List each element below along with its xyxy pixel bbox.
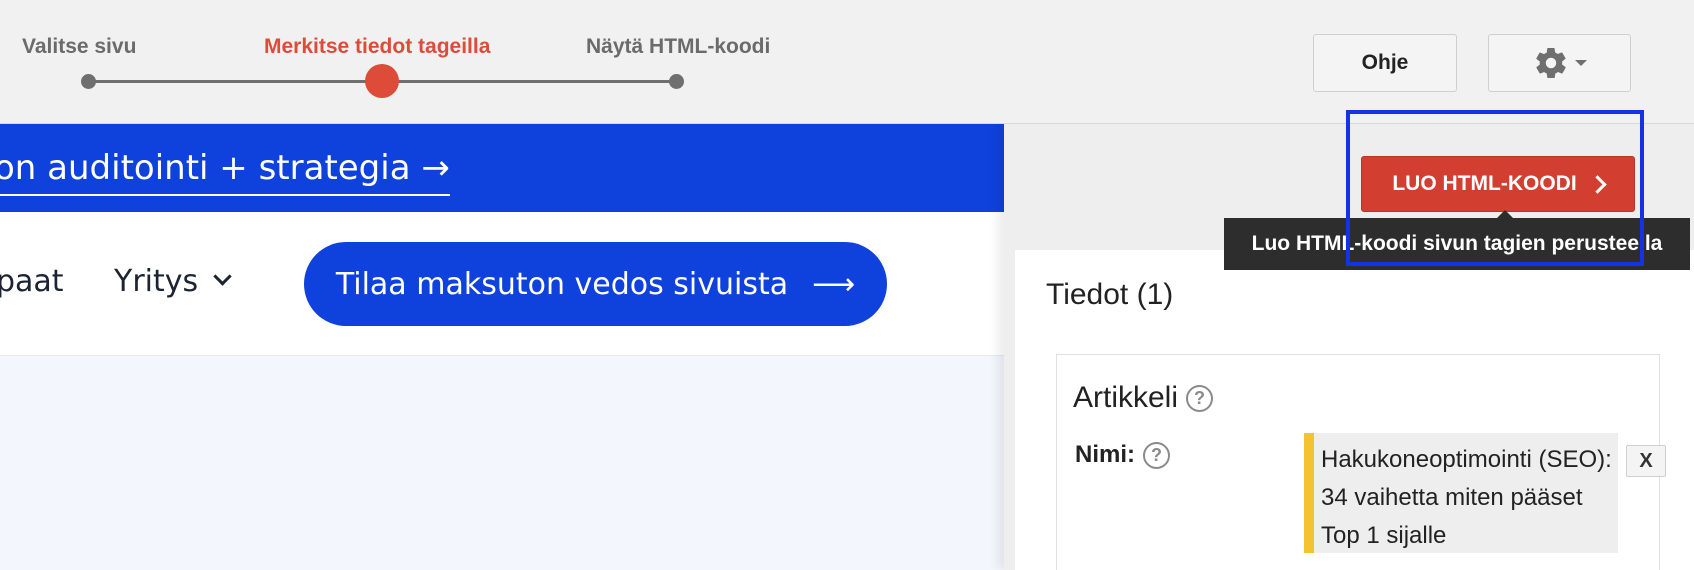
screen: Valitse sivu Merkitse tiedot tageilla Nä…: [0, 0, 1694, 570]
data-card: Tiedot (1) Artikkeli ? Nimi: ? Hakukoneo…: [1015, 250, 1694, 570]
banner-link[interactable]: on auditointi + strategia →: [0, 148, 450, 196]
chevron-right-icon: [1587, 174, 1607, 194]
settings-button[interactable]: [1488, 34, 1631, 92]
chevron-down-icon: [1574, 60, 1587, 66]
chevron-down-icon: [213, 267, 232, 286]
help-icon[interactable]: ?: [1143, 441, 1170, 469]
data-title: Tiedot (1): [1046, 278, 1174, 311]
create-html-button[interactable]: LUO HTML-KOODI: [1361, 156, 1635, 212]
help-button[interactable]: Ohje: [1313, 34, 1457, 92]
article-item: Artikkeli ? Nimi: ? Hakukoneoptimointi (…: [1056, 354, 1660, 570]
field-name-label: Nimi:: [1075, 441, 1135, 468]
field-name: Nimi: ?: [1075, 441, 1170, 469]
step-dot-3: [669, 74, 684, 89]
site-nav: paat Yritys Tilaa maksuton vedos sivuist…: [0, 212, 1004, 356]
nav-item-paat[interactable]: paat: [0, 264, 64, 299]
page-preview: on auditointi + strategia → paat Yritys …: [0, 124, 1004, 570]
step-select-page[interactable]: Valitse sivu: [22, 35, 136, 59]
step-dot-2-current: [365, 64, 399, 98]
step-dot-1: [81, 74, 96, 89]
create-html-tooltip: Luo HTML-koodi sivun tagien perusteella: [1224, 210, 1690, 270]
cta-label: Tilaa maksuton vedos sivuista: [335, 266, 789, 302]
wizard-bar: Valitse sivu Merkitse tiedot tageilla Nä…: [0, 0, 1694, 124]
cta-button[interactable]: Tilaa maksuton vedos sivuista ⟶: [304, 242, 887, 326]
item-type: Artikkeli ?: [1073, 381, 1214, 415]
help-icon[interactable]: ?: [1186, 384, 1214, 412]
step-tag-data[interactable]: Merkitse tiedot tageilla: [264, 35, 490, 59]
gear-icon: [1535, 48, 1566, 79]
nav-item-label: Yritys: [114, 264, 199, 299]
tagging-panel: LUO HTML-KOODI Luo HTML-koodi sivun tagi…: [1004, 124, 1694, 570]
arrow-right-icon: ⟶: [812, 266, 856, 302]
field-name-value[interactable]: Hakukoneoptimointi (SEO): 34 vaihetta mi…: [1304, 433, 1618, 553]
nav-item-yritys[interactable]: Yritys: [114, 264, 232, 299]
remove-tag-button[interactable]: X: [1626, 445, 1666, 477]
item-type-label: Artikkeli: [1073, 381, 1179, 414]
promo-banner: on auditointi + strategia →: [0, 124, 1004, 212]
step-show-html[interactable]: Näytä HTML-koodi: [586, 35, 770, 59]
create-html-label: LUO HTML-KOODI: [1392, 172, 1577, 195]
